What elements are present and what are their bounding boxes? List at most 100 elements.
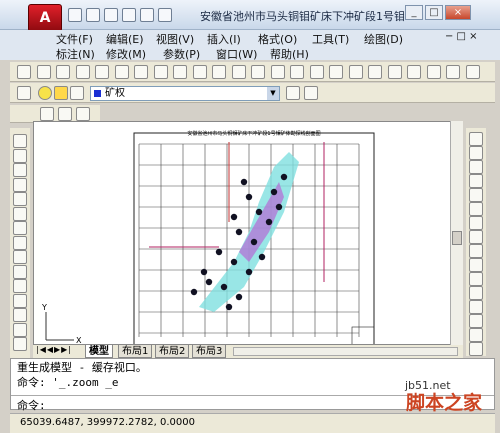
layer-color-swatch xyxy=(94,90,101,97)
insert-block-icon[interactable] xyxy=(13,293,27,308)
maximize-button[interactable]: □ xyxy=(425,5,443,20)
tab-layout3[interactable]: 布局3 xyxy=(192,345,227,358)
spline-icon[interactable] xyxy=(13,250,27,264)
cut-icon[interactable] xyxy=(153,65,168,79)
menu-format[interactable]: 格式(O) xyxy=(258,31,297,47)
layer-properties-icon[interactable] xyxy=(17,86,31,100)
redo-icon[interactable] xyxy=(270,65,285,79)
join-icon[interactable] xyxy=(469,300,483,314)
save-icon[interactable] xyxy=(104,8,118,22)
design-center-icon[interactable] xyxy=(387,65,402,79)
publish-icon[interactable] xyxy=(114,65,129,79)
sheet-set-icon[interactable] xyxy=(426,65,441,79)
menu-tools[interactable]: 工具(T) xyxy=(312,31,349,47)
scale-icon[interactable] xyxy=(469,230,483,244)
tab-nav-arrows[interactable]: |◀◀▶▶| xyxy=(36,345,72,354)
paste-icon[interactable] xyxy=(192,65,207,79)
mirror-icon[interactable] xyxy=(469,160,483,174)
preview-icon[interactable] xyxy=(95,65,109,79)
erase-icon[interactable] xyxy=(469,132,483,146)
match-prop-icon[interactable] xyxy=(212,65,226,79)
current-layer-name: 矿权 xyxy=(105,88,125,99)
new-file-icon[interactable] xyxy=(68,8,82,22)
break-icon[interactable] xyxy=(469,286,483,300)
plot-icon[interactable] xyxy=(158,8,172,22)
polygon-icon[interactable] xyxy=(13,177,27,192)
ellipse-icon[interactable] xyxy=(13,264,27,279)
dim-style-icon[interactable] xyxy=(40,107,54,121)
menu-modify[interactable]: 修改(M) xyxy=(106,46,146,62)
line-icon[interactable] xyxy=(13,134,27,148)
array-icon[interactable] xyxy=(469,188,483,202)
point-icon[interactable] xyxy=(13,322,27,337)
stretch-icon[interactable] xyxy=(469,244,483,258)
tool-palettes-icon[interactable] xyxy=(407,65,421,79)
minimize-button[interactable]: _ xyxy=(405,5,423,20)
undo-icon[interactable] xyxy=(122,8,136,22)
tab-model[interactable]: 模型 xyxy=(85,345,113,358)
offset-icon[interactable] xyxy=(469,174,483,188)
layer-previous-icon[interactable] xyxy=(304,86,318,100)
pan-icon[interactable] xyxy=(290,65,304,79)
menu-parametric[interactable]: 参数(P) xyxy=(163,46,200,62)
application-menu-button[interactable]: A xyxy=(28,4,62,32)
chamfer-icon[interactable] xyxy=(469,314,483,328)
3d-dwf-icon[interactable] xyxy=(134,65,148,79)
rectangle-icon[interactable] xyxy=(13,192,27,206)
coordinate-readout: 65039.6487, 399972.2782, 0.0000 xyxy=(20,417,195,428)
rotate-icon[interactable] xyxy=(469,216,483,230)
drawing-svg: Y X xyxy=(41,132,375,345)
qnew-icon[interactable] xyxy=(17,65,31,79)
drawing-area[interactable]: Y X 安徽省池州市马头铜钼矿床下冲矿段1号钼矿体勘探线剖面图 xyxy=(33,121,451,345)
svg-text:Y: Y xyxy=(41,303,47,312)
menu-dimension[interactable]: 标注(N) xyxy=(56,46,95,62)
properties-icon[interactable] xyxy=(368,65,382,79)
circle-icon[interactable] xyxy=(13,221,27,235)
layer-dropdown[interactable]: 矿权 ▼ xyxy=(90,86,280,101)
hatch-icon[interactable] xyxy=(13,337,27,351)
undo-icon[interactable] xyxy=(251,65,265,79)
menu-window[interactable]: 窗口(W) xyxy=(216,46,257,62)
open-file-icon[interactable] xyxy=(86,8,100,22)
svg-text:X: X xyxy=(76,336,82,345)
polyline-icon[interactable] xyxy=(13,163,27,177)
table-style-icon[interactable] xyxy=(58,107,72,121)
tab-layout2[interactable]: 布局2 xyxy=(155,345,190,358)
make-block-icon[interactable] xyxy=(13,308,27,322)
block-editor-icon[interactable] xyxy=(231,65,246,79)
menu-view[interactable]: 视图(V) xyxy=(156,31,194,47)
tab-layout1[interactable]: 布局1 xyxy=(118,345,153,358)
multileader-style-icon[interactable] xyxy=(76,107,90,121)
fillet-icon[interactable] xyxy=(469,328,483,342)
menu-insert[interactable]: 插入(I) xyxy=(207,31,241,47)
ellipse-arc-icon[interactable] xyxy=(13,279,27,293)
make-current-layer-icon[interactable] xyxy=(286,86,300,100)
arc-icon[interactable] xyxy=(13,206,27,221)
trim-icon[interactable] xyxy=(469,258,483,272)
explode-icon[interactable] xyxy=(469,342,483,356)
plot-icon[interactable] xyxy=(75,65,90,79)
markup-icon[interactable] xyxy=(446,65,460,79)
horizontal-scrollbar[interactable] xyxy=(233,347,458,356)
menu-help[interactable]: 帮助(H) xyxy=(270,46,309,62)
open-icon[interactable] xyxy=(36,65,51,79)
copy-object-icon[interactable] xyxy=(469,146,483,160)
zoom-previous-icon[interactable] xyxy=(348,65,363,79)
doc-window-controls[interactable]: − □ × xyxy=(445,31,478,42)
zoom-realtime-icon[interactable] xyxy=(309,65,324,79)
extend-icon[interactable] xyxy=(469,272,483,286)
save-icon[interactable] xyxy=(56,65,70,79)
redo-icon[interactable] xyxy=(140,8,154,22)
calculator-icon[interactable] xyxy=(465,65,480,79)
move-icon[interactable] xyxy=(469,202,483,216)
zoom-window-icon[interactable] xyxy=(329,65,343,79)
close-button[interactable]: × xyxy=(445,5,471,20)
vertical-scrollbar[interactable] xyxy=(450,121,463,345)
revision-cloud-icon[interactable] xyxy=(13,235,27,250)
menu-draw[interactable]: 绘图(D) xyxy=(364,31,403,47)
menu-file[interactable]: 文件(F) xyxy=(56,31,93,47)
menu-edit[interactable]: 编辑(E) xyxy=(106,31,144,47)
scroll-thumb[interactable] xyxy=(452,231,462,245)
construction-line-icon[interactable] xyxy=(13,148,27,163)
copy-icon[interactable] xyxy=(173,65,187,79)
